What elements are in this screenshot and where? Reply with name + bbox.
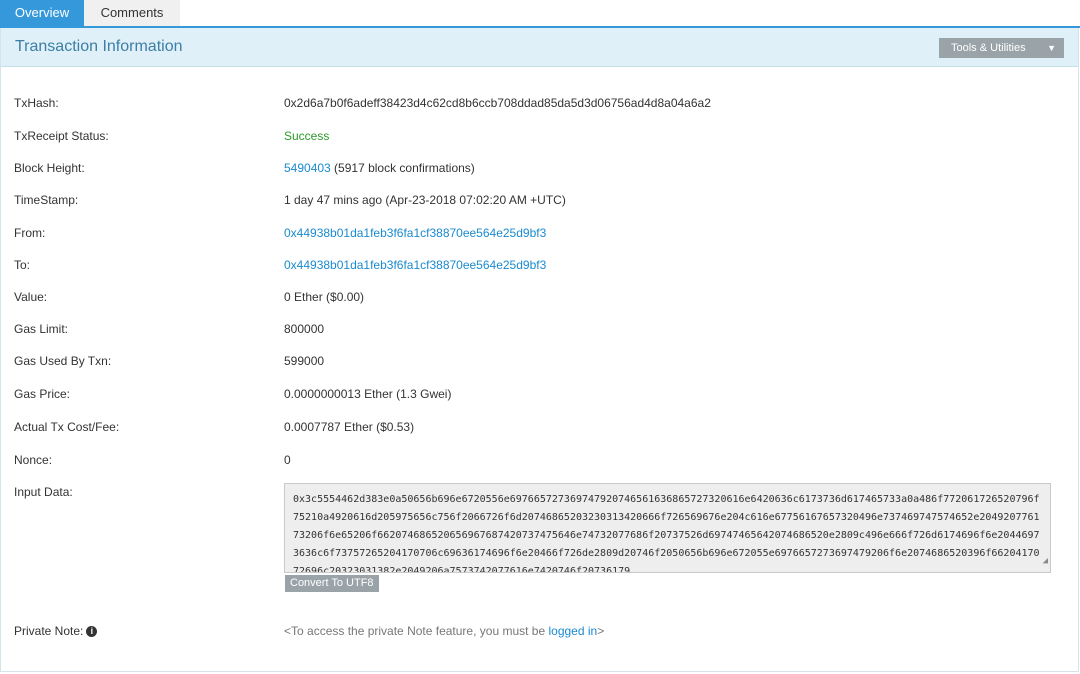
tab-bar: Overview Comments <box>0 0 1080 28</box>
gas-used-label: Gas Used By Txn: <box>14 354 112 368</box>
row-value: Value: 0 Ether ($0.00) <box>14 287 1064 307</box>
row-timestamp: TimeStamp: 1 day 47 mins ago (Apr-23-201… <box>14 190 1064 210</box>
status-label: TxReceipt Status: <box>14 129 109 143</box>
value-label: Value: <box>14 290 48 304</box>
txhash-value: 0x2d6a7b0f6adeff38423d4c62cd8b6ccb708dda… <box>284 96 711 110</box>
panel-header: Transaction Information Tools & Utilitie… <box>1 28 1078 67</box>
caret-down-icon: ▼ <box>1047 43 1056 53</box>
private-note-prefix: <To access the private Note feature, you… <box>284 624 549 638</box>
block-height-label: Block Height: <box>14 161 85 175</box>
row-nonce: Nonce: 0 <box>14 450 1064 470</box>
to-address-link[interactable]: 0x44938b01da1feb3f6fa1cf38870ee564e25d9b… <box>284 255 546 275</box>
timestamp-value: 1 day 47 mins ago (Apr-23-2018 07:02:20 … <box>284 193 566 207</box>
block-height-value: 5490403 (5917 block confirmations) <box>284 158 475 178</box>
input-data-value: 0x3c5554462d383e0a50656b696e6720556e6976… <box>293 494 1040 573</box>
row-block-height: Block Height: 5490403 (5917 block confir… <box>14 158 1064 178</box>
block-number-link[interactable]: 5490403 <box>284 161 331 175</box>
row-private-note: Private Note: i <To access the private No… <box>14 621 1064 641</box>
from-address-link[interactable]: 0x44938b01da1feb3f6fa1cf38870ee564e25d9b… <box>284 223 546 243</box>
gas-limit-value: 800000 <box>284 322 325 336</box>
private-note-message: <To access the private Note feature, you… <box>284 621 604 641</box>
convert-utf8-button[interactable]: Convert To UTF8 <box>285 575 379 592</box>
input-data-label: Input Data: <box>14 485 73 499</box>
tab-comments[interactable]: Comments <box>84 0 180 26</box>
gas-limit-label: Gas Limit: <box>14 322 69 336</box>
nonce-label: Nonce: <box>14 453 53 467</box>
gas-price-label: Gas Price: <box>14 387 71 401</box>
txhash-label: TxHash: <box>14 96 59 110</box>
row-fee: Actual Tx Cost/Fee: 0.0007787 Ether ($0.… <box>14 417 1064 437</box>
tools-utilities-label: Tools & Utilities <box>951 42 1026 54</box>
gas-used-value: 599000 <box>284 354 325 368</box>
fee-label: Actual Tx Cost/Fee: <box>14 420 120 434</box>
private-note-label: Private Note: <box>14 624 84 638</box>
status-value: Success <box>284 129 330 143</box>
gas-price-value: 0.0000000013 Ether (1.3 Gwei) <box>284 387 452 401</box>
fee-value: 0.0007787 Ether ($0.53) <box>284 420 415 434</box>
row-gas-limit: Gas Limit: 800000 <box>14 319 1064 339</box>
row-gas-used: Gas Used By Txn: 599000 <box>14 351 1064 371</box>
input-data-textarea[interactable]: 0x3c5554462d383e0a50656b696e6720556e6976… <box>284 483 1051 573</box>
row-status: TxReceipt Status: Success <box>14 126 1064 146</box>
value-amount: 0 Ether ($0.00) <box>284 290 365 304</box>
private-note-label-group: Private Note: i <box>14 621 98 641</box>
from-label: From: <box>14 226 46 240</box>
row-gas-price: Gas Price: 0.0000000013 Ether (1.3 Gwei) <box>14 384 1064 404</box>
timestamp-label: TimeStamp: <box>14 193 79 207</box>
logged-in-link[interactable]: logged in <box>548 624 597 638</box>
tools-utilities-button[interactable]: Tools & Utilities ▼ <box>939 38 1064 58</box>
resize-grip-icon[interactable]: ◢ <box>1043 552 1048 570</box>
row-from: From: 0x44938b01da1feb3f6fa1cf38870ee564… <box>14 223 1064 243</box>
row-txhash: TxHash: 0x2d6a7b0f6adeff38423d4c62cd8b6c… <box>14 93 1064 113</box>
info-icon[interactable]: i <box>86 626 98 638</box>
private-note-suffix: > <box>597 624 605 638</box>
block-confirmations: (5917 block confirmations) <box>330 161 475 175</box>
page-title: Transaction Information <box>15 38 183 55</box>
tab-overview[interactable]: Overview <box>0 0 84 26</box>
transaction-panel: Transaction Information Tools & Utilitie… <box>0 28 1079 672</box>
to-label: To: <box>14 258 31 272</box>
nonce-value: 0 <box>284 453 291 467</box>
row-to: To: 0x44938b01da1feb3f6fa1cf38870ee564e2… <box>14 255 1064 275</box>
